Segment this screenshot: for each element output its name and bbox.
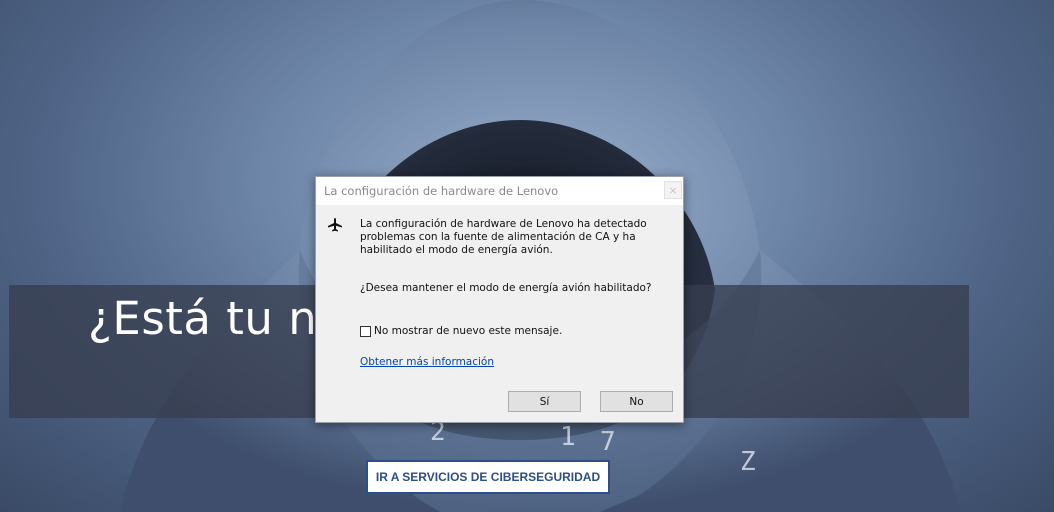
- yes-button[interactable]: Sí: [508, 391, 581, 412]
- dialog-question: ¿Desea mantener el modo de energía avión…: [360, 282, 652, 294]
- svg-text:Z: Z: [740, 447, 756, 477]
- no-button[interactable]: No: [600, 391, 673, 412]
- cybersecurity-services-button[interactable]: IR A SERVICIOS DE CIBERSEGURIDAD: [366, 460, 610, 494]
- svg-text:7: 7: [600, 427, 616, 457]
- dont-show-again-checkbox[interactable]: [360, 325, 371, 337]
- close-button[interactable]: ×: [664, 181, 682, 199]
- dialog-message: La configuración de hardware de Lenovo h…: [360, 218, 647, 256]
- more-info-link[interactable]: Obtener más información: [360, 356, 494, 368]
- dialog-title: La configuración de hardware de Lenovo: [324, 184, 559, 198]
- dont-show-again-label[interactable]: No mostrar de nuevo este mensaje.: [374, 325, 562, 337]
- lenovo-hardware-dialog: La configuración de hardware de Lenovo ×…: [315, 176, 684, 423]
- dont-show-again-row[interactable]: No mostrar de nuevo este mensaje.: [360, 325, 562, 337]
- dialog-titlebar: La configuración de hardware de Lenovo ×: [316, 177, 683, 205]
- svg-text:1: 1: [560, 422, 576, 452]
- airplane-icon: [328, 218, 342, 232]
- web-page: 1 7 Z 2 ¿Está tu no o frente a IR A SERV…: [0, 0, 1054, 512]
